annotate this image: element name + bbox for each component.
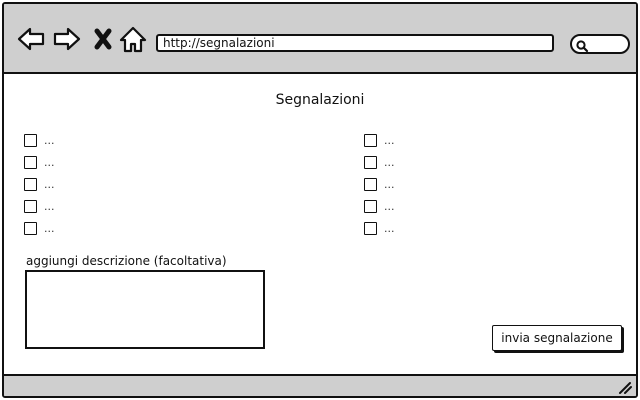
- arrow-left-icon[interactable]: [16, 24, 46, 54]
- checkbox[interactable]: [24, 133, 37, 147]
- status-bar: [4, 374, 636, 396]
- search-icon[interactable]: [575, 38, 589, 53]
- checkbox[interactable]: [364, 133, 377, 147]
- arrow-right-icon[interactable]: [52, 24, 82, 54]
- checklist-item[interactable]: ...: [24, 173, 284, 195]
- checklist-item[interactable]: ...: [364, 173, 624, 195]
- checkbox-label: ...: [44, 221, 55, 235]
- checkbox-label: ...: [44, 155, 55, 169]
- checkbox[interactable]: [364, 221, 377, 235]
- resize-grip-icon[interactable]: [616, 378, 632, 394]
- browser-toolbar: http://segnalazioni: [4, 4, 636, 74]
- url-bar[interactable]: http://segnalazioni: [156, 34, 554, 52]
- close-icon[interactable]: [88, 24, 118, 54]
- description-label: aggiungi descrizione (facoltativa): [26, 254, 227, 268]
- submit-report-button[interactable]: invia segnalazione: [492, 325, 622, 351]
- checkbox[interactable]: [24, 199, 37, 213]
- checkbox[interactable]: [24, 155, 37, 169]
- checkbox-label: ...: [384, 221, 395, 235]
- checklist-item[interactable]: ...: [364, 195, 624, 217]
- checkbox-label: ...: [44, 133, 55, 147]
- checkbox[interactable]: [364, 177, 377, 191]
- description-textarea[interactable]: [25, 270, 265, 349]
- checkbox[interactable]: [24, 177, 37, 191]
- checkbox-label: ...: [384, 155, 395, 169]
- checklist-item[interactable]: ...: [364, 217, 624, 239]
- checkbox-label: ...: [384, 177, 395, 191]
- checklist-left: ... ... ... ... ...: [24, 129, 284, 239]
- checkbox[interactable]: [24, 221, 37, 235]
- checkbox-label: ...: [384, 199, 395, 213]
- browser-window: http://segnalazioni Segnalazioni ... ...…: [2, 2, 638, 398]
- checklist-item[interactable]: ...: [364, 151, 624, 173]
- page-title: Segnalazioni: [275, 92, 365, 108]
- checkbox[interactable]: [364, 199, 377, 213]
- checklist-item[interactable]: ...: [24, 129, 284, 151]
- checklist-right: ... ... ... ... ...: [364, 129, 624, 239]
- checkbox[interactable]: [364, 155, 377, 169]
- checklist-item[interactable]: ...: [24, 195, 284, 217]
- checklist-item[interactable]: ...: [24, 151, 284, 173]
- checklist-item[interactable]: ...: [364, 129, 624, 151]
- search-input[interactable]: [570, 34, 630, 54]
- checkbox-label: ...: [44, 199, 55, 213]
- checkbox-label: ...: [384, 133, 395, 147]
- home-icon[interactable]: [118, 24, 148, 54]
- checkbox-label: ...: [44, 177, 55, 191]
- checklist-item[interactable]: ...: [24, 217, 284, 239]
